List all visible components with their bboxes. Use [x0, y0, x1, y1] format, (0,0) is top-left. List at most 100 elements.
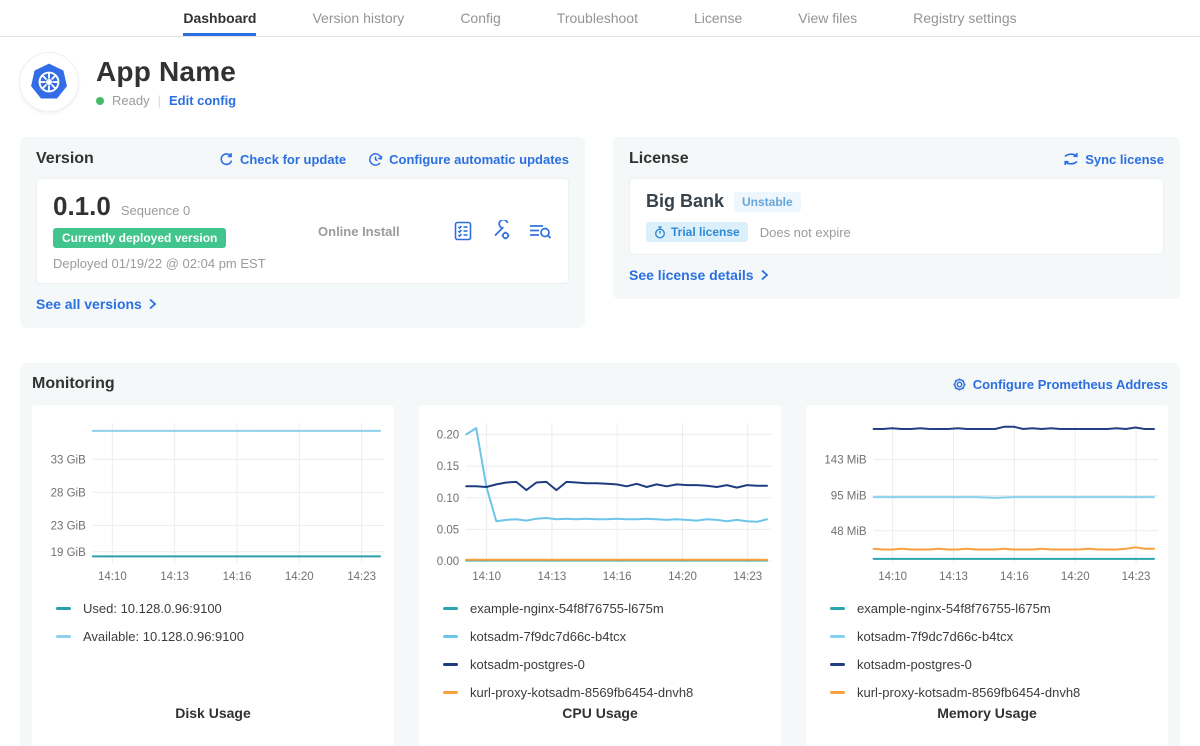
- chart-legend: example-nginx-54f8f76755-l675m kotsadm-7f…: [429, 587, 771, 705]
- svg-text:14:20: 14:20: [1061, 571, 1090, 583]
- chevron-right-icon: [760, 269, 769, 281]
- disk-usage-chart-panel: 14:1014:1314:1614:2014:2319 GiB23 GiB28 …: [32, 405, 394, 746]
- legend-color-dash: [830, 607, 845, 610]
- status-dot: [96, 97, 104, 105]
- legend-label: kurl-proxy-kotsadm-8569fb6454-dnvh8: [470, 685, 693, 700]
- chevron-right-icon: [148, 298, 157, 310]
- app-status: Ready: [112, 93, 150, 108]
- legend-label: kotsadm-postgres-0: [470, 657, 585, 672]
- legend-color-dash: [830, 691, 845, 694]
- legend-item: kurl-proxy-kotsadm-8569fb6454-dnvh8: [443, 685, 761, 700]
- svg-text:95 MiB: 95 MiB: [831, 491, 867, 503]
- legend-item: example-nginx-54f8f76755-l675m: [443, 601, 761, 616]
- legend-label: kotsadm-postgres-0: [857, 657, 972, 672]
- tab-dashboard[interactable]: Dashboard: [183, 0, 256, 36]
- svg-text:0.10: 0.10: [437, 493, 459, 505]
- install-type: Online Install: [318, 224, 400, 239]
- wrench-gear-icon: [490, 220, 512, 242]
- legend-color-dash: [443, 607, 458, 610]
- license-name: Big Bank: [646, 191, 724, 212]
- svg-text:0.15: 0.15: [437, 461, 459, 473]
- tab-license[interactable]: License: [694, 0, 742, 36]
- legend-item: Used: 10.128.0.96:9100: [56, 601, 374, 616]
- see-all-versions-link[interactable]: See all versions: [36, 296, 157, 312]
- legend-color-dash: [443, 663, 458, 666]
- deployed-timestamp: Deployed 01/19/22 @ 02:04 pm EST: [53, 256, 266, 271]
- svg-text:19 GiB: 19 GiB: [51, 547, 86, 559]
- svg-text:14:13: 14:13: [538, 571, 567, 583]
- edit-config-link[interactable]: Edit config: [169, 93, 236, 108]
- sync-icon: [1063, 152, 1079, 166]
- see-license-details-link[interactable]: See license details: [629, 267, 769, 283]
- chart-title: CPU Usage: [429, 705, 771, 721]
- svg-text:33 GiB: 33 GiB: [51, 454, 86, 466]
- logs-search-icon: [528, 220, 552, 242]
- svg-text:14:13: 14:13: [939, 571, 968, 583]
- legend-item: kotsadm-7f9dc7d66c-b4tcx: [443, 629, 761, 644]
- sync-license-link[interactable]: Sync license: [1063, 152, 1164, 167]
- legend-item: example-nginx-54f8f76755-l675m: [830, 601, 1148, 616]
- svg-text:14:23: 14:23: [733, 571, 762, 583]
- charts-row: 14:10 14:13 14:16 14:20 14:23 19 GiB 23 GiB 28 …: [32, 405, 1168, 746]
- gear-icon: [952, 377, 967, 392]
- svg-text:0.20: 0.20: [437, 429, 459, 441]
- cpu-usage-chart-panel: 14:1014:1314:1614:2014:230.000.050.100.1…: [419, 405, 781, 746]
- legend-item: kotsadm-postgres-0: [830, 657, 1148, 672]
- chart-legend: example-nginx-54f8f76755-l675m kotsadm-7f…: [816, 587, 1158, 705]
- svg-text:14:16: 14:16: [603, 571, 632, 583]
- view-deploy-logs-button[interactable]: [528, 220, 552, 242]
- svg-text:14:16: 14:16: [223, 571, 252, 583]
- schedule-update-icon: [368, 152, 383, 167]
- page-title: App Name: [96, 56, 236, 88]
- tab-version-history[interactable]: Version history: [312, 0, 404, 36]
- check-for-update-link[interactable]: Check for update: [219, 152, 346, 167]
- separator: |: [158, 93, 161, 108]
- configure-automatic-updates-link[interactable]: Configure automatic updates: [368, 152, 569, 167]
- legend-color-dash: [830, 663, 845, 666]
- svg-text:14:20: 14:20: [285, 571, 314, 583]
- memory-usage-chart: 14:1014:1314:1614:2014:2348 MiB95 MiB143…: [816, 415, 1158, 587]
- stopwatch-icon: [654, 226, 666, 239]
- tab-view-files[interactable]: View files: [798, 0, 857, 36]
- legend-color-dash: [56, 635, 71, 638]
- preflight-checklist-icon: [452, 220, 474, 242]
- legend-color-dash: [830, 635, 845, 638]
- trial-license-badge: Trial license: [646, 222, 748, 242]
- svg-text:14:10: 14:10: [98, 571, 127, 583]
- chart-legend: Used: 10.128.0.96:9100 Available: 10.128.…: [42, 587, 384, 705]
- legend-item: Available: 10.128.0.96:9100: [56, 629, 374, 644]
- configure-prometheus-link[interactable]: Configure Prometheus Address: [952, 377, 1168, 392]
- svg-text:14:20: 14:20: [668, 571, 697, 583]
- license-card-title: License: [629, 150, 689, 168]
- svg-text:23 GiB: 23 GiB: [51, 520, 86, 532]
- config-values-button[interactable]: [490, 220, 512, 242]
- preflight-checks-button[interactable]: [452, 220, 474, 242]
- license-card: License Sync license Big Bank Unstable: [613, 137, 1180, 299]
- cpu-usage-chart: 14:1014:1314:1614:2014:230.000.050.100.1…: [429, 415, 771, 587]
- tab-config[interactable]: Config: [460, 0, 500, 36]
- svg-text:143 MiB: 143 MiB: [824, 455, 867, 467]
- svg-text:14:10: 14:10: [878, 571, 907, 583]
- svg-text:48 MiB: 48 MiB: [831, 526, 867, 538]
- legend-item: kotsadm-postgres-0: [443, 657, 761, 672]
- legend-label: Available: 10.128.0.96:9100: [83, 629, 244, 644]
- deployed-badge: Currently deployed version: [53, 228, 226, 248]
- monitoring-card: Monitoring Configure Prometheus Address …: [20, 363, 1180, 746]
- refresh-icon: [219, 152, 234, 167]
- tab-troubleshoot[interactable]: Troubleshoot: [557, 0, 638, 36]
- version-card-title: Version: [36, 150, 94, 168]
- svg-text:0.00: 0.00: [437, 556, 459, 568]
- legend-label: example-nginx-54f8f76755-l675m: [857, 601, 1051, 616]
- legend-label: kotsadm-7f9dc7d66c-b4tcx: [857, 629, 1013, 644]
- svg-text:28 GiB: 28 GiB: [51, 487, 86, 499]
- legend-color-dash: [443, 635, 458, 638]
- disk-usage-chart: 14:1014:1314:1614:2014:2319 GiB23 GiB28 …: [42, 415, 384, 587]
- tab-registry-settings[interactable]: Registry settings: [913, 0, 1016, 36]
- legend-label: kurl-proxy-kotsadm-8569fb6454-dnvh8: [857, 685, 1080, 700]
- svg-text:14:16: 14:16: [1000, 571, 1029, 583]
- chart-title: Memory Usage: [816, 705, 1158, 721]
- svg-text:14:13: 14:13: [160, 571, 189, 583]
- svg-text:0.05: 0.05: [437, 524, 459, 536]
- kubernetes-logo-icon: [20, 53, 78, 111]
- legend-label: kotsadm-7f9dc7d66c-b4tcx: [470, 629, 626, 644]
